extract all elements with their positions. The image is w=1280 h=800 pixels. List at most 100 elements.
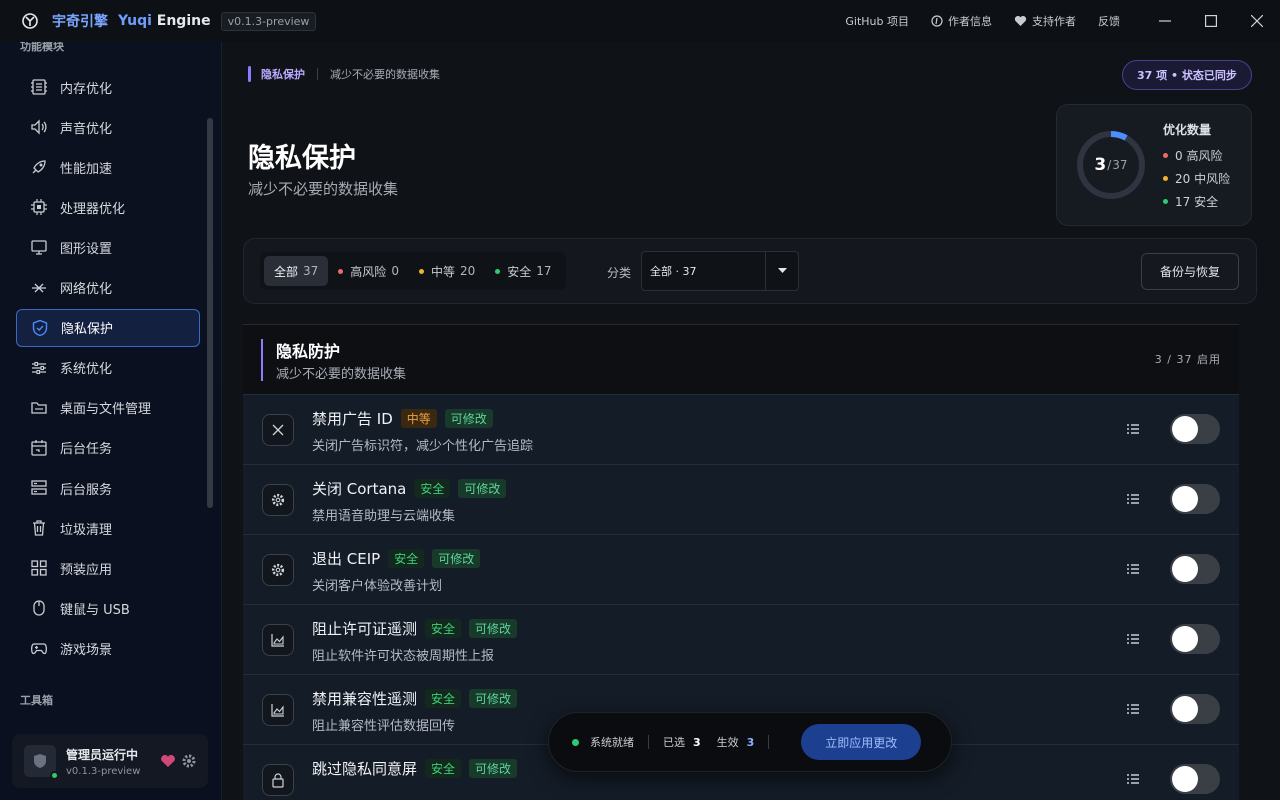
high-dot	[338, 268, 344, 274]
risk-level-badge: 安全	[388, 549, 425, 568]
system-status: 系统就绪	[590, 736, 634, 749]
apps-grid-icon	[30, 559, 48, 577]
chevron-down-icon[interactable]	[765, 252, 798, 290]
optimization-row[interactable]: 禁用广告 ID 中等 可修改 关闭广告标识符，减少个性化广告追踪	[243, 394, 1239, 464]
sidebar-item-rocket[interactable]: 性能加速	[16, 148, 200, 186]
details-list-icon[interactable]	[1127, 564, 1139, 574]
support-author-link[interactable]: 支持作者	[1014, 13, 1076, 29]
feedback-label: 反馈	[1098, 15, 1120, 28]
chip-count: 0	[391, 264, 399, 278]
toggle-knob	[1172, 416, 1198, 442]
user-version: v0.1.3-preview	[66, 765, 141, 777]
sidebar-item-folder[interactable]: 桌面与文件管理	[16, 389, 200, 427]
sidebar-item-calendar[interactable]: 后台任务	[16, 429, 200, 467]
sidebar-item-shield[interactable]: 隐私保护	[16, 308, 200, 347]
sidebar-item-sliders[interactable]: 系统优化	[16, 349, 200, 387]
close-window-button[interactable]	[1234, 0, 1280, 42]
optimization-row[interactable]: 退出 CEIP 安全 可修改 关闭客户体验改善计划	[243, 534, 1239, 604]
settings-gear-icon[interactable]	[181, 753, 197, 769]
chip-count: 37	[303, 264, 319, 278]
heart-icon[interactable]	[160, 754, 176, 768]
sidebar-item-speaker[interactable]: 声音优化	[16, 108, 200, 146]
apply-changes-button[interactable]: 立即应用更改	[801, 724, 922, 760]
sidebar-item-memory[interactable]: 内存优化	[16, 68, 200, 106]
sidebar-item-gamepad[interactable]: 游戏场景	[16, 629, 200, 667]
filter-chip-safe[interactable]: 安全 17	[485, 256, 561, 286]
sidebar-item-network[interactable]: 网络优化	[16, 269, 200, 307]
sidebar-item-label: 内存优化	[60, 81, 113, 97]
stats-title: 优化数量	[1163, 123, 1212, 137]
sidebar-item-cpu[interactable]: 处理器优化	[16, 188, 200, 226]
app-title-en-a: Yuqi	[118, 13, 152, 29]
chip-count: 17	[536, 264, 552, 278]
enable-toggle[interactable]	[1170, 484, 1220, 514]
info-icon	[931, 15, 943, 27]
editable-badge: 可修改	[469, 689, 518, 708]
page-subtitle: 减少不必要的数据收集	[248, 180, 399, 198]
enable-toggle[interactable]	[1170, 414, 1220, 444]
speaker-icon	[30, 118, 48, 136]
category-select-value: 全部 · 37	[650, 265, 697, 278]
avatar[interactable]	[24, 745, 59, 780]
stat-high-risk: 0 高风险	[1163, 147, 1222, 164]
author-info-label: 作者信息	[948, 15, 992, 28]
chart-icon	[262, 624, 294, 656]
calendar-icon	[30, 439, 48, 457]
row-title: 关闭 Cortana	[312, 480, 407, 498]
enable-toggle[interactable]	[1170, 554, 1220, 584]
sidebar-item-label: 游戏场景	[60, 642, 113, 658]
category-select[interactable]: 全部 · 37	[641, 251, 799, 291]
details-list-icon[interactable]	[1127, 494, 1139, 504]
details-list-icon[interactable]	[1127, 634, 1139, 644]
sidebar-item-label: 性能加速	[60, 161, 113, 177]
row-description: 禁用语音助理与云端收集	[312, 509, 456, 524]
minimize-icon	[1159, 20, 1171, 22]
details-list-icon[interactable]	[1127, 424, 1139, 434]
feedback-link[interactable]: 反馈	[1098, 13, 1120, 29]
sidebar-scrollbar[interactable]	[207, 118, 213, 508]
backup-restore-button[interactable]: 备份与恢复	[1141, 253, 1239, 290]
enable-toggle[interactable]	[1170, 764, 1220, 794]
sidebar-item-label: 垃圾清理	[60, 522, 113, 538]
memory-icon	[30, 78, 48, 96]
filter-chip-all[interactable]: 全部 37	[264, 256, 329, 286]
row-title: 禁用兼容性遥测	[312, 690, 418, 708]
toggle-knob	[1172, 556, 1198, 582]
enabled-count: 3	[1094, 155, 1107, 175]
github-link[interactable]: GitHub 项目	[845, 13, 909, 29]
sidebar-item-label: 网络优化	[60, 282, 113, 297]
maximize-button[interactable]	[1188, 0, 1234, 42]
trash-icon	[30, 519, 48, 537]
user-name: 管理员运行中	[66, 747, 139, 762]
cpu-icon	[30, 198, 48, 216]
filter-chip-mid[interactable]: 中等 20	[409, 256, 485, 286]
sidebar-item-mouse[interactable]: 键鼠与 USB	[16, 589, 200, 627]
sidebar-item-label: 隐私保护	[61, 322, 114, 338]
enable-toggle[interactable]	[1170, 624, 1220, 654]
enable-toggle[interactable]	[1170, 694, 1220, 724]
selected-label: 已选	[663, 736, 685, 749]
main-content: 隐私保护 减少不必要的数据收集 37 项 • 状态已同步 隐私保护 减少不必要的…	[222, 42, 1280, 800]
bottom-action-bar: 系统就绪 已选 3 生效 3 立即应用更改	[548, 712, 952, 772]
details-list-icon[interactable]	[1127, 704, 1139, 714]
details-list-icon[interactable]	[1127, 774, 1139, 784]
sidebar-item-label: 系统优化	[60, 362, 113, 378]
sidebar-item-monitor[interactable]: 图形设置	[16, 228, 200, 266]
gamepad-icon	[30, 639, 48, 657]
sidebar-item-label: 后台服务	[60, 482, 113, 498]
sidebar-item-server[interactable]: 后台服务	[16, 469, 200, 507]
sidebar-item-trash[interactable]: 垃圾清理	[16, 509, 200, 547]
optimization-row[interactable]: 关闭 Cortana 安全 可修改 禁用语音助理与云端收集	[243, 464, 1239, 534]
row-title: 跳过隐私同意屏	[312, 760, 418, 778]
mid-risk-dot	[1163, 176, 1168, 181]
sidebar-item-label: 图形设置	[60, 241, 113, 257]
optimization-row[interactable]: 阻止许可证遥测 安全 可修改 阻止软件许可状态被周期性上报	[243, 604, 1239, 674]
category-label: 分类	[607, 266, 632, 280]
gear-icon	[262, 554, 294, 586]
author-info-link[interactable]: 作者信息	[931, 13, 992, 29]
filter-chip-high[interactable]: 高风险 0	[328, 256, 409, 286]
breadcrumb-current[interactable]: 隐私保护	[261, 66, 305, 82]
sidebar-item-apps-grid[interactable]: 预装应用	[16, 549, 200, 587]
minimize-button[interactable]	[1142, 0, 1188, 42]
shield-icon	[31, 319, 49, 337]
